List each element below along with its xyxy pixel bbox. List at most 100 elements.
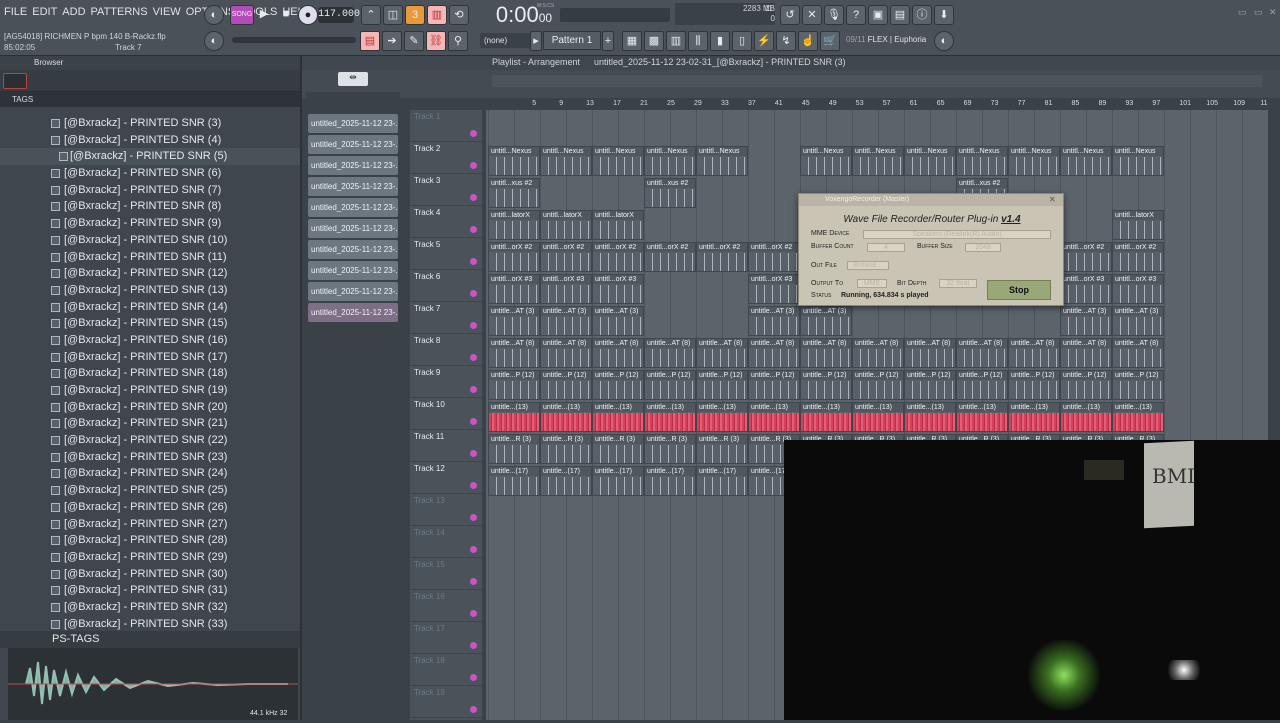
audio-clip[interactable]: untitl...orX #2 bbox=[696, 242, 748, 272]
picker-clip[interactable]: untitled_2025-11-12 23-... bbox=[308, 240, 398, 259]
picker-clip[interactable]: untitled_2025-11-12 23-... bbox=[308, 177, 398, 196]
tempo-icon[interactable]: ↯ bbox=[776, 31, 796, 51]
tempo-display[interactable]: 117.000 bbox=[318, 7, 360, 23]
audio-clip[interactable]: untitle...(13) bbox=[488, 402, 540, 432]
track-header[interactable]: Track 15 bbox=[410, 558, 482, 590]
audio-clip[interactable]: untitle...(13) bbox=[1008, 402, 1060, 432]
browser-item[interactable]: [@Bxrackz] - PRINTED SNR (6) bbox=[0, 165, 300, 182]
audio-clip[interactable]: untitle...(13) bbox=[852, 402, 904, 432]
track-header[interactable]: Track 11 bbox=[410, 430, 482, 462]
browser-item[interactable]: [@Bxrackz] - PRINTED SNR (25) bbox=[0, 482, 300, 499]
audio-clip[interactable]: untitle...P (12) bbox=[748, 370, 800, 400]
snap-select[interactable]: (none) bbox=[480, 33, 530, 48]
download-icon[interactable]: ⬇ bbox=[934, 5, 954, 25]
track-header[interactable]: Track 8 bbox=[410, 334, 482, 366]
minimize-icon[interactable]: ▭ bbox=[1238, 7, 1247, 18]
audio-clip[interactable]: untitle...AT (8) bbox=[748, 338, 800, 368]
audio-clip[interactable]: untitl...xus #2 bbox=[488, 178, 540, 208]
audio-clip[interactable]: untitle...AT (3) bbox=[1112, 306, 1164, 336]
audio-clip[interactable]: untitl...orX #3 bbox=[488, 274, 540, 304]
audio-clip[interactable]: untitle...AT (3) bbox=[748, 306, 800, 336]
audio-clip[interactable]: untitle...(13) bbox=[644, 402, 696, 432]
audio-clip[interactable]: untitl...Nexus bbox=[852, 146, 904, 176]
browser-item[interactable]: [@Bxrackz] - PRINTED SNR (33) bbox=[0, 616, 300, 633]
audio-clip[interactable]: untitl...orX #2 bbox=[1060, 242, 1112, 272]
audio-clip[interactable]: untitl...orX #2 bbox=[748, 242, 800, 272]
piano-roll-icon[interactable]: ▩ bbox=[644, 31, 664, 51]
track-mute-icon[interactable] bbox=[470, 290, 477, 297]
pstags-folder[interactable]: PS-TAGS bbox=[0, 631, 300, 648]
save-icon[interactable]: ▣ bbox=[868, 5, 888, 25]
browser-item[interactable]: [@Bxrackz] - PRINTED SNR (13) bbox=[0, 282, 300, 299]
audio-clip[interactable]: untitle...AT (8) bbox=[852, 338, 904, 368]
picker-clip[interactable]: untitled_2025-11-12 23-... bbox=[308, 282, 398, 301]
audio-clip[interactable]: untitle...R (3) bbox=[696, 434, 748, 464]
audio-clip[interactable]: untitle...(17) bbox=[644, 466, 696, 496]
channel-icon[interactable]: ▮ bbox=[710, 31, 730, 51]
metronome-icon[interactable]: ⌃ bbox=[361, 5, 381, 25]
track-mute-icon[interactable] bbox=[470, 450, 477, 457]
track-mute-icon[interactable] bbox=[470, 258, 477, 265]
track-mute-icon[interactable] bbox=[470, 162, 477, 169]
track-mute-icon[interactable] bbox=[470, 130, 477, 137]
track-mute-icon[interactable] bbox=[470, 610, 477, 617]
audio-clip[interactable]: untitle...P (12) bbox=[800, 370, 852, 400]
picker-clip[interactable]: untitled_2025-11-12 23-... bbox=[308, 198, 398, 217]
browser-item[interactable]: [@Bxrackz] - PRINTED SNR (27) bbox=[0, 516, 300, 533]
audio-clip[interactable]: untitle...P (12) bbox=[644, 370, 696, 400]
plugin-settings-icon[interactable]: ◐ bbox=[934, 31, 954, 51]
buffer-count-field[interactable]: 4 bbox=[867, 243, 905, 252]
audio-clip[interactable]: untitl...orX #2 bbox=[592, 242, 644, 272]
audio-clip[interactable]: untitl...Nexus bbox=[956, 146, 1008, 176]
audio-clip[interactable]: untitle...R (3) bbox=[488, 434, 540, 464]
touch-icon[interactable]: ☝ bbox=[798, 31, 818, 51]
picker-clip[interactable]: untitled_2025-11-12 23-... bbox=[308, 219, 398, 238]
audio-clip[interactable]: untitle...(13) bbox=[748, 402, 800, 432]
audio-clip[interactable]: untitle...P (12) bbox=[592, 370, 644, 400]
undo-icon[interactable]: ↺ bbox=[780, 5, 800, 25]
audio-clip[interactable]: untitle...(17) bbox=[592, 466, 644, 496]
timeline-ruler[interactable]: 5 9 13 17 21 25 29 33 37 41 45 49 53 57 61 65 69 73 77 81 85… bbox=[486, 98, 1271, 110]
overview-scrollbar[interactable] bbox=[492, 75, 1262, 87]
audio-clip[interactable]: untitl...Nexus bbox=[644, 146, 696, 176]
audio-clip[interactable]: untitl...latorX bbox=[1112, 210, 1164, 240]
audio-clip[interactable]: untitle...(17) bbox=[488, 466, 540, 496]
audio-clip[interactable]: untitle...AT (3) bbox=[800, 306, 852, 336]
track-header[interactable]: Track 12 bbox=[410, 462, 482, 494]
browser-item[interactable]: [@Bxrackz] - PRINTED SNR (30) bbox=[0, 566, 300, 583]
track-header[interactable]: Track 10 bbox=[410, 398, 482, 430]
audio-clip[interactable]: untitle...AT (8) bbox=[904, 338, 956, 368]
track-mute-icon[interactable] bbox=[470, 578, 477, 585]
help-icon[interactable]: ? bbox=[846, 5, 866, 25]
picker-clip[interactable]: untitled_2025-11-12 23-... bbox=[308, 156, 398, 175]
stop-icon[interactable]: ■ bbox=[276, 5, 296, 25]
track-header[interactable]: Track 9 bbox=[410, 366, 482, 398]
audio-clip[interactable]: untitl...xus #2 bbox=[644, 178, 696, 208]
audio-clip[interactable]: untitle...(13) bbox=[956, 402, 1008, 432]
audio-clip[interactable]: untitle...(13) bbox=[800, 402, 852, 432]
browser-item[interactable]: [@Bxrackz] - PRINTED SNR (20) bbox=[0, 399, 300, 416]
pattern-select[interactable]: Pattern 1 bbox=[543, 31, 601, 50]
bit-depth-select[interactable]: 32 float bbox=[939, 279, 977, 288]
audio-clip[interactable]: untitle...P (12) bbox=[1112, 370, 1164, 400]
track-mute-icon[interactable] bbox=[470, 514, 477, 521]
browser-item[interactable]: [@Bxrackz] - PRINTED SNR (16) bbox=[0, 332, 300, 349]
browser-item[interactable]: [@Bxrackz] - PRINTED SNR (31) bbox=[0, 582, 300, 599]
browser-item[interactable]: [@Bxrackz] - PRINTED SNR (28) bbox=[0, 532, 300, 549]
browser-item[interactable]: [@Bxrackz] - PRINTED SNR (12) bbox=[0, 265, 300, 282]
browser-item[interactable]: [@Bxrackz] - PRINTED SNR (7) bbox=[0, 182, 300, 199]
browser-item[interactable]: [@Bxrackz] - PRINTED SNR (32) bbox=[0, 599, 300, 616]
track-header[interactable]: Track 6 bbox=[410, 270, 482, 302]
audio-clip[interactable]: untitl...Nexus bbox=[488, 146, 540, 176]
browser-item[interactable]: [@Bxrackz] - PRINTED SNR (8) bbox=[0, 198, 300, 215]
track-mute-icon[interactable] bbox=[470, 322, 477, 329]
close-icon[interactable]: ✕ bbox=[1269, 7, 1277, 18]
loop-record-icon[interactable]: ⟲ bbox=[449, 5, 469, 25]
audio-clip[interactable]: untitl...Nexus bbox=[800, 146, 852, 176]
browser-item[interactable]: [@Bxrackz] - PRINTED SNR (3) bbox=[0, 115, 300, 132]
audio-clip[interactable]: untitle...P (12) bbox=[956, 370, 1008, 400]
pattern-prev-icon[interactable]: ▸ bbox=[530, 31, 542, 51]
track-header[interactable]: Track 2 bbox=[410, 142, 482, 174]
buffer-size-field[interactable]: 2048 bbox=[965, 243, 1001, 252]
audio-clip[interactable]: untitle...AT (8) bbox=[644, 338, 696, 368]
